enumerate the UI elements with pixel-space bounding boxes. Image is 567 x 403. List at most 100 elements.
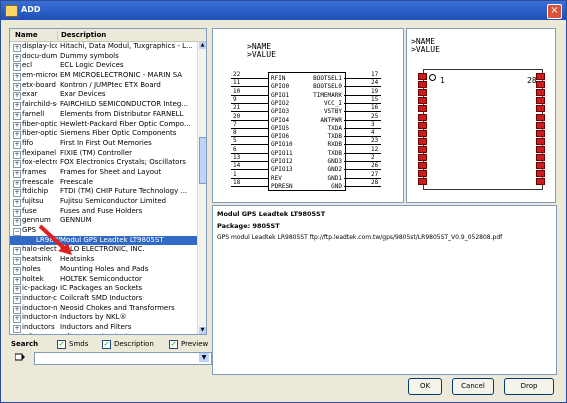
library-list: Name Description + display-lcd Hitachi, Da…	[9, 28, 207, 335]
pin-number: 2	[371, 154, 375, 161]
list-item-name: farnell	[22, 109, 45, 118]
pin-number: 10	[233, 87, 241, 95]
smd-pad	[536, 81, 545, 89]
pin1-marker	[429, 74, 436, 81]
column-header-description[interactable]: Description	[57, 31, 106, 40]
pin-name: BOOTSEL0	[313, 83, 342, 91]
preview-label: Preview	[181, 340, 209, 348]
list-item-name: fuse	[22, 206, 37, 215]
list-item-description: First In First Out Memories	[60, 138, 152, 147]
list-item-name: fiber-optic-hp	[22, 119, 57, 128]
smd-pad	[536, 89, 545, 97]
pin-number: 3	[371, 120, 375, 128]
list-item[interactable]: +em-microelec...EM MICROELECTRONIC - MAR…	[10, 71, 197, 82]
pin1-label: 1	[440, 76, 445, 85]
list-item[interactable]: + heatsink Heatsinks	[10, 255, 197, 266]
pin-name: GND1	[327, 174, 342, 182]
list-item-description: ECL Logic Devices	[60, 61, 124, 70]
list-item[interactable]: + fujitsu Fujitsu Semiconductor Limited	[10, 197, 197, 207]
list-item[interactable]: + farnell Elements from Distributor FARNEL…	[10, 110, 197, 120]
smd-pad	[418, 170, 427, 178]
pin-number: 4	[371, 129, 375, 137]
list-item[interactable]: +inductor-neosidNeosid Chokes and Transf…	[10, 304, 197, 314]
search-icon[interactable]	[14, 353, 25, 361]
list-item[interactable]: + display-lcd Hitachi, Data Modul, Tuxgrap…	[10, 42, 197, 52]
pin-number: 28	[371, 178, 379, 186]
list-item[interactable]: + holtek HOLTEK Semiconductor	[10, 275, 197, 285]
cancel-button[interactable]: Cancel	[452, 378, 494, 395]
list-item-name: heatsink	[22, 255, 52, 264]
search-input[interactable]	[34, 352, 212, 365]
pin-name: GPIO12	[271, 158, 293, 165]
pin-name: GND	[331, 182, 342, 190]
list-item-name: fox-electronics	[22, 158, 57, 167]
list-item[interactable]: +fiber-optic-si...Siemens Fiber Optic Co…	[10, 129, 197, 140]
list-item[interactable]: + frames Frames for Sheet and Layout	[10, 168, 197, 178]
list-item[interactable]: + ic-package IC Packages an Sockets	[10, 284, 197, 295]
library-rows: + display-lcd Hitachi, Data Modul, Tuxgrap…	[10, 42, 197, 334]
list-item-name: inductor-nkl	[22, 313, 57, 322]
list-item[interactable]: + fuse Fuses and Fuse Holders	[10, 207, 197, 217]
smd-pad	[536, 73, 545, 80]
search-dropdown-icon[interactable]: ▼	[199, 353, 209, 362]
list-item[interactable]: +inductor-coilc...Coilcraft SMD Inductor…	[10, 294, 197, 304]
pin-number: 17	[371, 71, 379, 78]
list-item[interactable]: + holes Mounting Holes and Pads	[10, 265, 197, 275]
list-item-name: fairchild-semic	[22, 100, 57, 109]
list-item[interactable]: +docu-dummyDummy symbols	[10, 52, 197, 62]
scroll-down-arrow-icon[interactable]: ▼	[199, 327, 206, 334]
list-item-description: Coilcraft SMD Inductors	[60, 293, 143, 302]
list-item[interactable]: +infineonInfineon Technologies	[10, 333, 197, 334]
smd-pad	[418, 145, 427, 153]
pin-name: VSTBY	[323, 108, 342, 116]
list-item[interactable]: + exar Exar Devices	[10, 90, 197, 101]
description-checkbox[interactable]: ✓	[102, 340, 111, 349]
list-item[interactable]: + etx-board Kontron / JUMPtec ETX Board	[10, 81, 197, 91]
symbol-value-label: >VALUE	[247, 50, 276, 59]
list-item[interactable]: + flexipanel FIXIE (TM) Controller	[10, 149, 197, 159]
pin-name: GPIO2	[271, 99, 290, 107]
scrollbar-thumb[interactable]	[199, 137, 206, 184]
pin-number: 7	[233, 120, 237, 128]
ok-button[interactable]: OK	[408, 378, 442, 395]
smds-checkbox[interactable]: ✓	[57, 340, 66, 349]
package-value-label: >VALUE	[411, 45, 440, 54]
list-item[interactable]: + freescale Freescale	[10, 178, 197, 188]
app-icon	[5, 5, 18, 17]
list-item[interactable]: + inductors Inductors and Filters	[10, 323, 197, 333]
pin-number: 20	[233, 112, 241, 120]
pin-number: 15	[371, 95, 379, 103]
preview-checkbox[interactable]: ✓	[169, 340, 178, 349]
details-package: Package: 9805ST	[217, 222, 280, 230]
list-item[interactable]: +inductor-nklInductors by NKL®	[10, 313, 197, 324]
pin-name: GPIO10	[271, 141, 293, 149]
scroll-up-arrow-icon[interactable]: ▲	[199, 42, 206, 49]
search-box: ▼	[9, 352, 212, 366]
list-item-name: inductor-neosid	[22, 303, 57, 312]
smd-pad	[536, 129, 545, 137]
list-item-description: Modul GPS Leadtek LT9805ST	[60, 235, 164, 244]
list-item-description: FAIRCHILD SEMICONDUCTOR Integ...	[60, 100, 189, 109]
pin-number: 26	[371, 162, 379, 170]
list-item[interactable]: + fifo First In First Out Memories	[10, 139, 197, 149]
list-item-name: em-microelec...	[22, 71, 57, 80]
list-item[interactable]: +fiber-optic-hpHewlett-Packard Fiber Opt…	[10, 120, 197, 130]
list-item-description: FTDI (TM) CHIP Future Technology ...	[60, 187, 188, 196]
list-item[interactable]: +fox-electronicsFOX Electronics Crystals…	[10, 158, 197, 169]
list-item[interactable]: + ftdichip FTDI (TM) CHIP Future Technolog…	[10, 187, 197, 198]
list-item[interactable]: +fairchild-semicFAIRCHILD SEMICONDUCTOR …	[10, 100, 197, 111]
list-item[interactable]: + ecl ECL Logic Devices	[10, 61, 197, 72]
pin-number: 16	[371, 104, 379, 112]
column-header-name[interactable]: Name	[15, 31, 38, 39]
smd-pad	[536, 162, 545, 170]
list-item-description: Inductors and Filters	[60, 322, 132, 331]
list-item-description: Elements from Distributor FARNELL	[60, 109, 184, 118]
drop-button[interactable]: Drop	[504, 378, 554, 395]
close-button[interactable]: ×	[547, 4, 562, 19]
smd-pad	[418, 121, 427, 129]
smd-pad	[418, 81, 427, 89]
list-scrollbar[interactable]: ▲ ▼	[197, 42, 206, 334]
pin-number: 13	[233, 154, 241, 161]
pin-name: GND2	[327, 166, 342, 174]
pin-number: 21	[233, 104, 241, 112]
